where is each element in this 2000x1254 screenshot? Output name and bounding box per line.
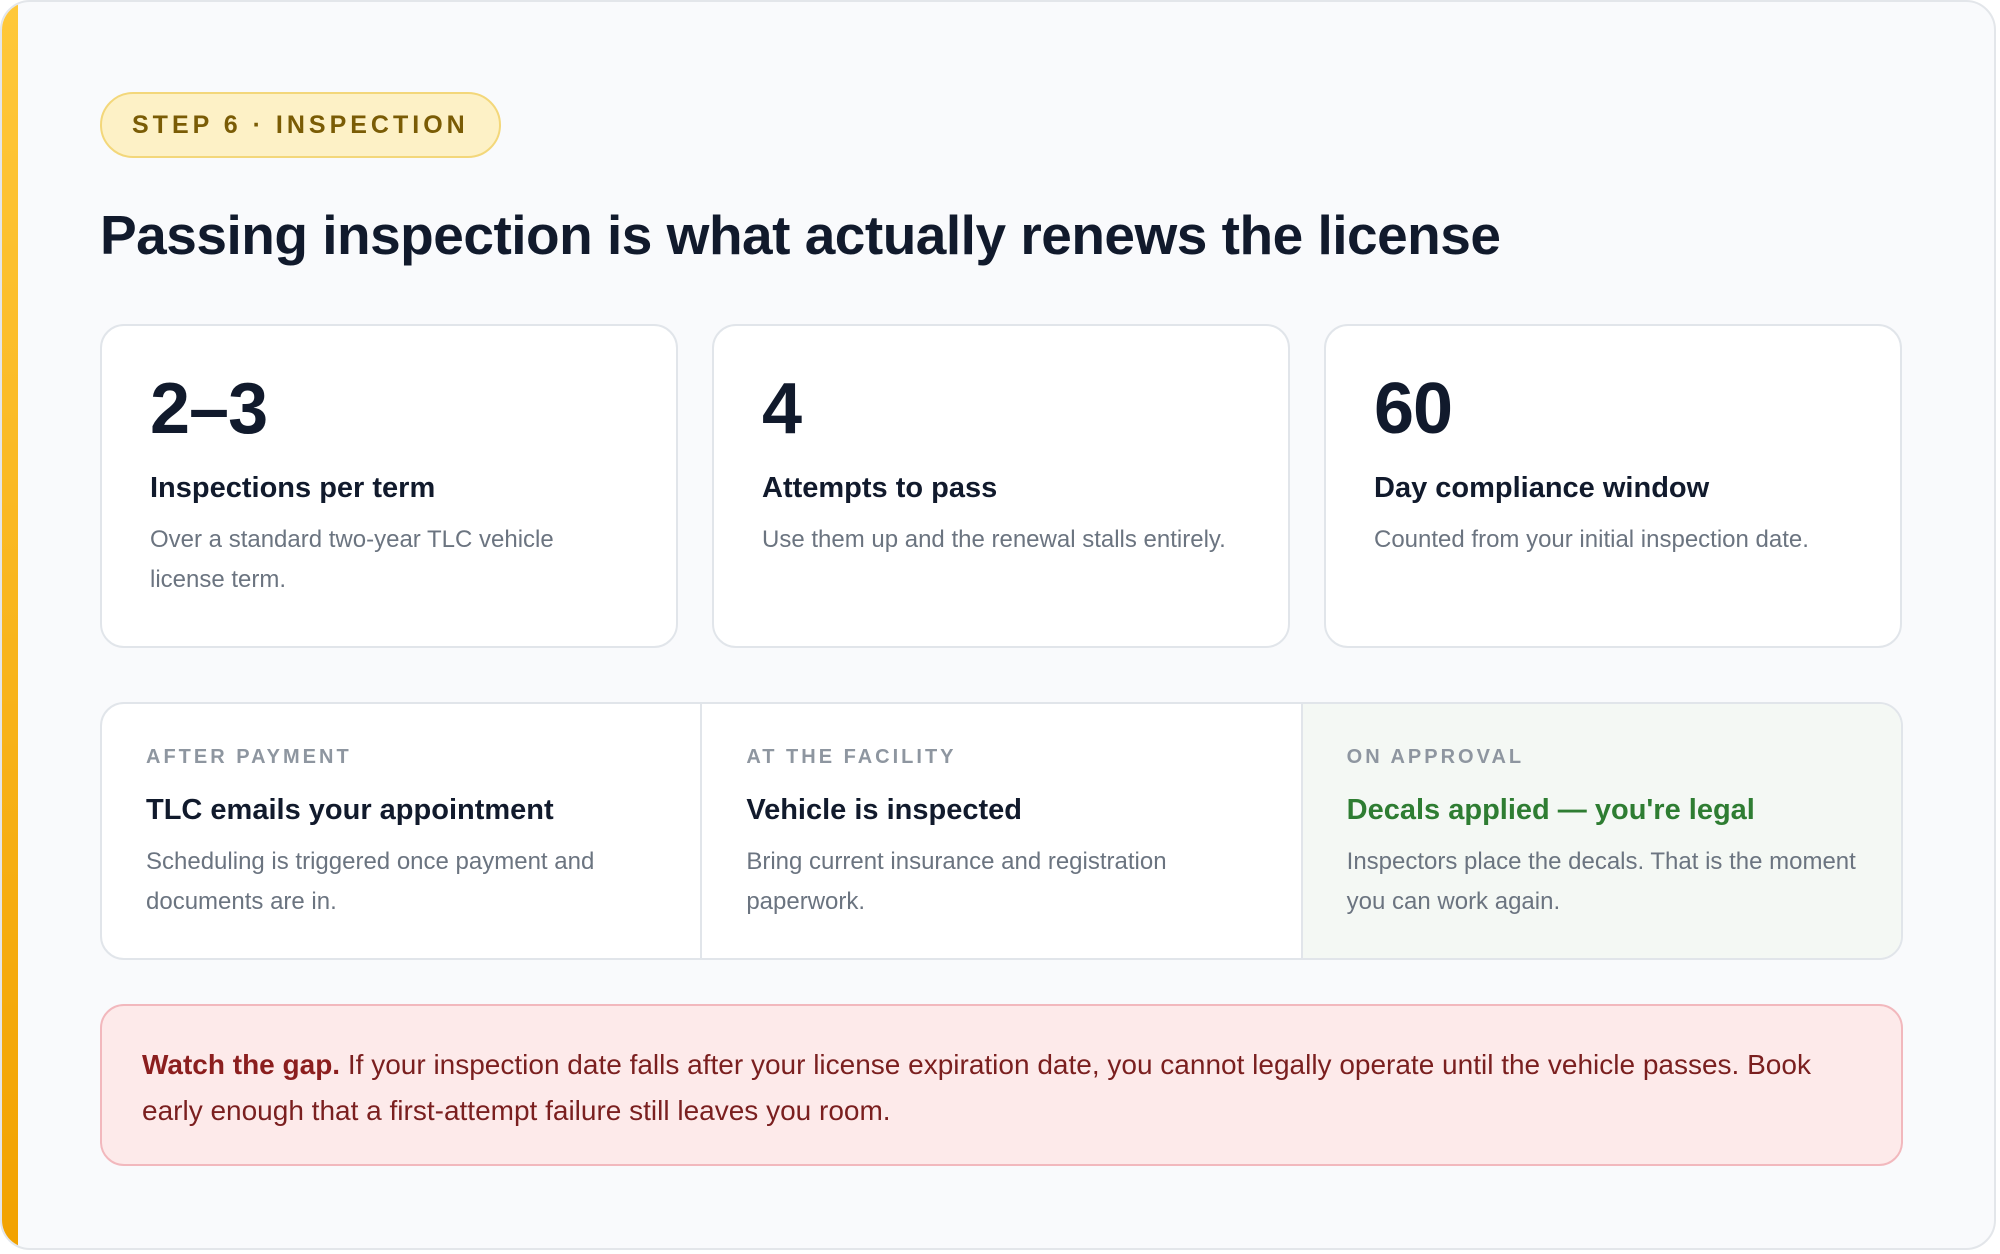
page-title: Passing inspection is what actually rene… <box>100 204 1501 266</box>
stat-card-inspections: 2–3 Inspections per term Over a standard… <box>100 324 678 648</box>
stat-description: Use them up and the renewal stalls entir… <box>762 526 1226 553</box>
stat-description: Over a standard two-year TLC vehicle lic… <box>150 526 554 593</box>
stat-card-attempts: 4 Attempts to pass Use them up and the r… <box>712 324 1290 648</box>
step-at-facility: AT THE FACILITY Vehicle is inspected Bri… <box>700 704 1300 958</box>
process-steps: AFTER PAYMENT TLC emails your appointmen… <box>100 702 1903 960</box>
inspection-panel: STEP 6 · INSPECTION Passing inspection i… <box>0 0 1996 1250</box>
step-kicker: AFTER PAYMENT <box>146 746 352 768</box>
step-description: Scheduling is triggered once payment and… <box>146 848 595 915</box>
stat-value: 4 <box>762 369 802 449</box>
step-title: Vehicle is inspected <box>746 794 1022 826</box>
step-on-approval: ON APPROVAL Decals applied — you're lega… <box>1300 704 1901 958</box>
warning-lead: Watch the gap. <box>142 1049 341 1080</box>
step-title: TLC emails your appointment <box>146 794 554 826</box>
step-description: Inspectors place the decals. That is the… <box>1346 848 1856 915</box>
stat-value: 60 <box>1374 369 1453 449</box>
stat-value: 2–3 <box>150 369 268 449</box>
warning-callout: Watch the gap. If your inspection date f… <box>100 1004 1903 1166</box>
stat-label: Inspections per term <box>150 472 436 504</box>
step-pill: STEP 6 · INSPECTION <box>100 92 501 158</box>
step-after-payment: AFTER PAYMENT TLC emails your appointmen… <box>102 704 700 958</box>
stat-label: Attempts to pass <box>762 472 998 504</box>
stat-card-compliance-window: 60 Day compliance window Counted from yo… <box>1324 324 1902 648</box>
stat-description: Counted from your initial inspection dat… <box>1374 526 1809 553</box>
panel-content: STEP 6 · INSPECTION Passing inspection i… <box>100 92 1903 1166</box>
stats-row: 2–3 Inspections per term Over a standard… <box>100 324 1903 648</box>
step-title: Decals applied — you're legal <box>1346 794 1755 826</box>
stat-label: Day compliance window <box>1374 472 1710 504</box>
step-kicker: ON APPROVAL <box>1346 746 1525 768</box>
accent-bar <box>2 2 18 1248</box>
step-kicker: AT THE FACILITY <box>746 746 957 768</box>
step-description: Bring current insurance and registration… <box>746 848 1167 915</box>
warning-body: If your inspection date falls after your… <box>142 1049 1811 1126</box>
